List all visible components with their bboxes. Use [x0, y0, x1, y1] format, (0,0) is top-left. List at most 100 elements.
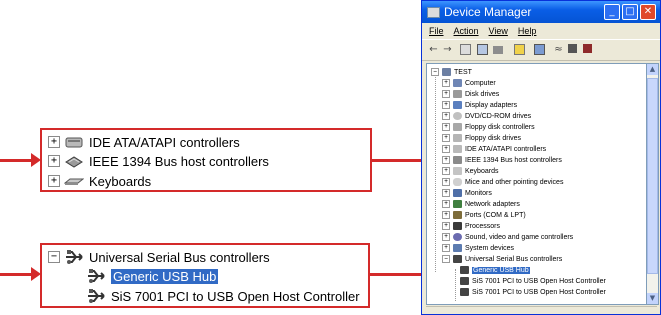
tree-item-sound-video-game[interactable]: + Sound, video and game controllers — [442, 232, 573, 242]
uninstall-icon[interactable]: ≈ — [553, 44, 564, 55]
scrollbar-thumb[interactable] — [647, 78, 658, 274]
tree-item-label: SiS 7001 PCI to USB Open Host Controller — [472, 288, 606, 296]
tree-item-label: IDE ATA/ATAPI controllers — [465, 145, 547, 153]
tree-item-universal-serial-bus-controllers[interactable]: − Universal Serial Bus controllers — [442, 254, 562, 264]
expand-toggle[interactable]: + — [442, 90, 450, 98]
tree-item-ports[interactable]: + Ports (COM & LPT) — [442, 210, 526, 220]
menu-action[interactable]: Action — [454, 26, 479, 36]
expand-toggle[interactable]: + — [442, 134, 450, 142]
tree-item-label: Universal Serial Bus controllers — [89, 249, 270, 265]
expand-toggle[interactable]: + — [442, 145, 450, 153]
tree-item-floppy-disk-controllers[interactable]: + Floppy disk controllers — [442, 122, 535, 132]
expand-toggle[interactable]: + — [442, 112, 450, 120]
tree-item-keyboards[interactable]: + Keyboards — [442, 166, 498, 176]
expand-toggle[interactable]: + — [442, 156, 450, 164]
tree-item-label: Computer — [465, 79, 496, 87]
expand-toggle[interactable]: + — [442, 123, 450, 131]
vertical-scrollbar[interactable]: ▲ ▼ — [647, 63, 659, 305]
display-adapter-icon — [453, 101, 462, 109]
tree-item-dvd-cd-rom-drives[interactable]: + DVD/CD-ROM drives — [442, 111, 531, 121]
back-icon[interactable]: ← — [428, 44, 439, 55]
expand-toggle[interactable]: + — [442, 211, 450, 219]
tree-item-ieee-1394-bus-host-controllers[interactable]: + IEEE 1394 Bus host controllers — [48, 151, 269, 171]
device-tree[interactable]: − TEST + Computer + Disk drives + Displa… — [426, 63, 647, 305]
tree-item-processors[interactable]: + Processors — [442, 221, 500, 231]
collapse-toggle[interactable]: − — [48, 251, 60, 263]
tree-item-sis-7001-usb-host-controller[interactable]: SiS 7001 PCI to USB Open Host Controller — [86, 286, 360, 306]
tree-item-generic-usb-hub[interactable]: Generic USB Hub — [86, 266, 219, 286]
tree-item-label: IDE ATA/ATAPI controllers — [89, 134, 240, 150]
tree-item-sis-7001-usb-host-controller[interactable]: SiS 7001 PCI to USB Open Host Controller — [460, 276, 606, 286]
tree-item-floppy-disk-drives[interactable]: + Floppy disk drives — [442, 133, 521, 143]
window-title: Device Manager — [444, 5, 532, 19]
tree-item-ide-ata-atapi-controllers[interactable]: + IDE ATA/ATAPI controllers — [442, 144, 546, 154]
menu-file[interactable]: File — [429, 26, 444, 36]
sound-icon — [453, 233, 462, 241]
expand-toggle[interactable]: + — [442, 189, 450, 197]
menu-view[interactable]: View — [489, 26, 508, 36]
properties-icon[interactable] — [460, 44, 471, 55]
ieee1394-icon — [64, 153, 84, 169]
expand-toggle[interactable]: + — [48, 136, 60, 148]
tree-item-keyboards[interactable]: + Keyboards — [48, 171, 151, 191]
expand-toggle[interactable]: + — [442, 167, 450, 175]
floppy-drive-icon — [453, 134, 462, 142]
expand-toggle[interactable]: + — [442, 79, 450, 87]
tree-item-network-adapters[interactable]: + Network adapters — [442, 199, 520, 209]
expand-toggle[interactable]: + — [442, 200, 450, 208]
expand-toggle[interactable]: + — [442, 101, 450, 109]
tree-item-label: Universal Serial Bus controllers — [465, 255, 563, 263]
close-button[interactable]: ✕ — [640, 4, 656, 20]
scan-icon[interactable] — [534, 44, 545, 55]
tree-item-display-adapters[interactable]: + Display adapters — [442, 100, 517, 110]
usb-icon — [460, 266, 469, 274]
tree-item-monitors[interactable]: + Monitors — [442, 188, 492, 198]
tree-item-universal-serial-bus-controllers[interactable]: − Universal Serial Bus controllers — [48, 247, 270, 267]
expand-toggle[interactable]: + — [442, 233, 450, 241]
tree-item-system-devices[interactable]: + System devices — [442, 243, 514, 253]
tree-item-generic-usb-hub[interactable]: Generic USB Hub — [460, 265, 530, 275]
tree-item-disk-drives[interactable]: + Disk drives — [442, 89, 499, 99]
computer-icon — [442, 68, 451, 76]
title-bar[interactable]: Device Manager _ □ ✕ — [422, 1, 660, 23]
tree-item-label: Mice and other pointing devices — [465, 178, 564, 186]
expand-toggle[interactable]: + — [48, 155, 60, 167]
collapse-toggle[interactable]: − — [431, 68, 439, 76]
expand-toggle[interactable]: + — [442, 244, 450, 252]
ide-controller-icon — [64, 134, 84, 150]
maximize-button[interactable]: □ — [622, 4, 638, 20]
disk-drive-icon — [453, 90, 462, 98]
tree-item-computer[interactable]: + Computer — [442, 78, 496, 88]
expand-toggle[interactable]: + — [48, 175, 60, 187]
tree-item-label: Keyboards — [89, 173, 152, 189]
device-manager-icon — [427, 6, 440, 18]
tree-item-label: Ports (COM & LPT) — [465, 211, 526, 219]
monitor-icon — [453, 189, 462, 197]
tree-item-label-selected: Generic USB Hub — [472, 266, 530, 274]
tree-line — [455, 269, 456, 301]
minimize-button[interactable]: _ — [604, 4, 620, 20]
scroll-down-icon[interactable]: ▼ — [647, 293, 658, 304]
zoom-callout-bottom: − Universal Serial Bus controllers Gener… — [40, 243, 370, 308]
left-arrow-top — [0, 153, 41, 167]
usb-icon — [460, 277, 469, 285]
tree-item-ieee-1394-bus-host-controllers[interactable]: + IEEE 1394 Bus host controllers — [442, 155, 562, 165]
tree-item-ide-ata-atapi-controllers[interactable]: + IDE ATA/ATAPI controllers — [48, 132, 240, 152]
tree-item-label: Keyboards — [465, 167, 499, 175]
expand-toggle[interactable]: + — [442, 222, 450, 230]
menu-help[interactable]: Help — [518, 26, 537, 36]
tree-root-test[interactable]: − TEST — [431, 67, 472, 77]
print-icon[interactable] — [493, 46, 503, 54]
tree-item-label: IEEE 1394 Bus host controllers — [465, 156, 562, 164]
forward-icon[interactable]: → — [442, 44, 453, 55]
expand-toggle[interactable]: + — [442, 178, 450, 186]
help-icon[interactable] — [514, 44, 525, 55]
tree-item-sis-7001-usb-host-controller[interactable]: SiS 7001 PCI to USB Open Host Controller — [460, 287, 606, 297]
scroll-up-icon[interactable]: ▲ — [647, 64, 658, 75]
port-icon — [453, 211, 462, 219]
tree-item-mice[interactable]: + Mice and other pointing devices — [442, 177, 563, 187]
update-driver-icon[interactable] — [477, 44, 488, 55]
enable-icon[interactable] — [583, 44, 592, 53]
disable-icon[interactable] — [568, 44, 577, 53]
collapse-toggle[interactable]: − — [442, 255, 450, 263]
